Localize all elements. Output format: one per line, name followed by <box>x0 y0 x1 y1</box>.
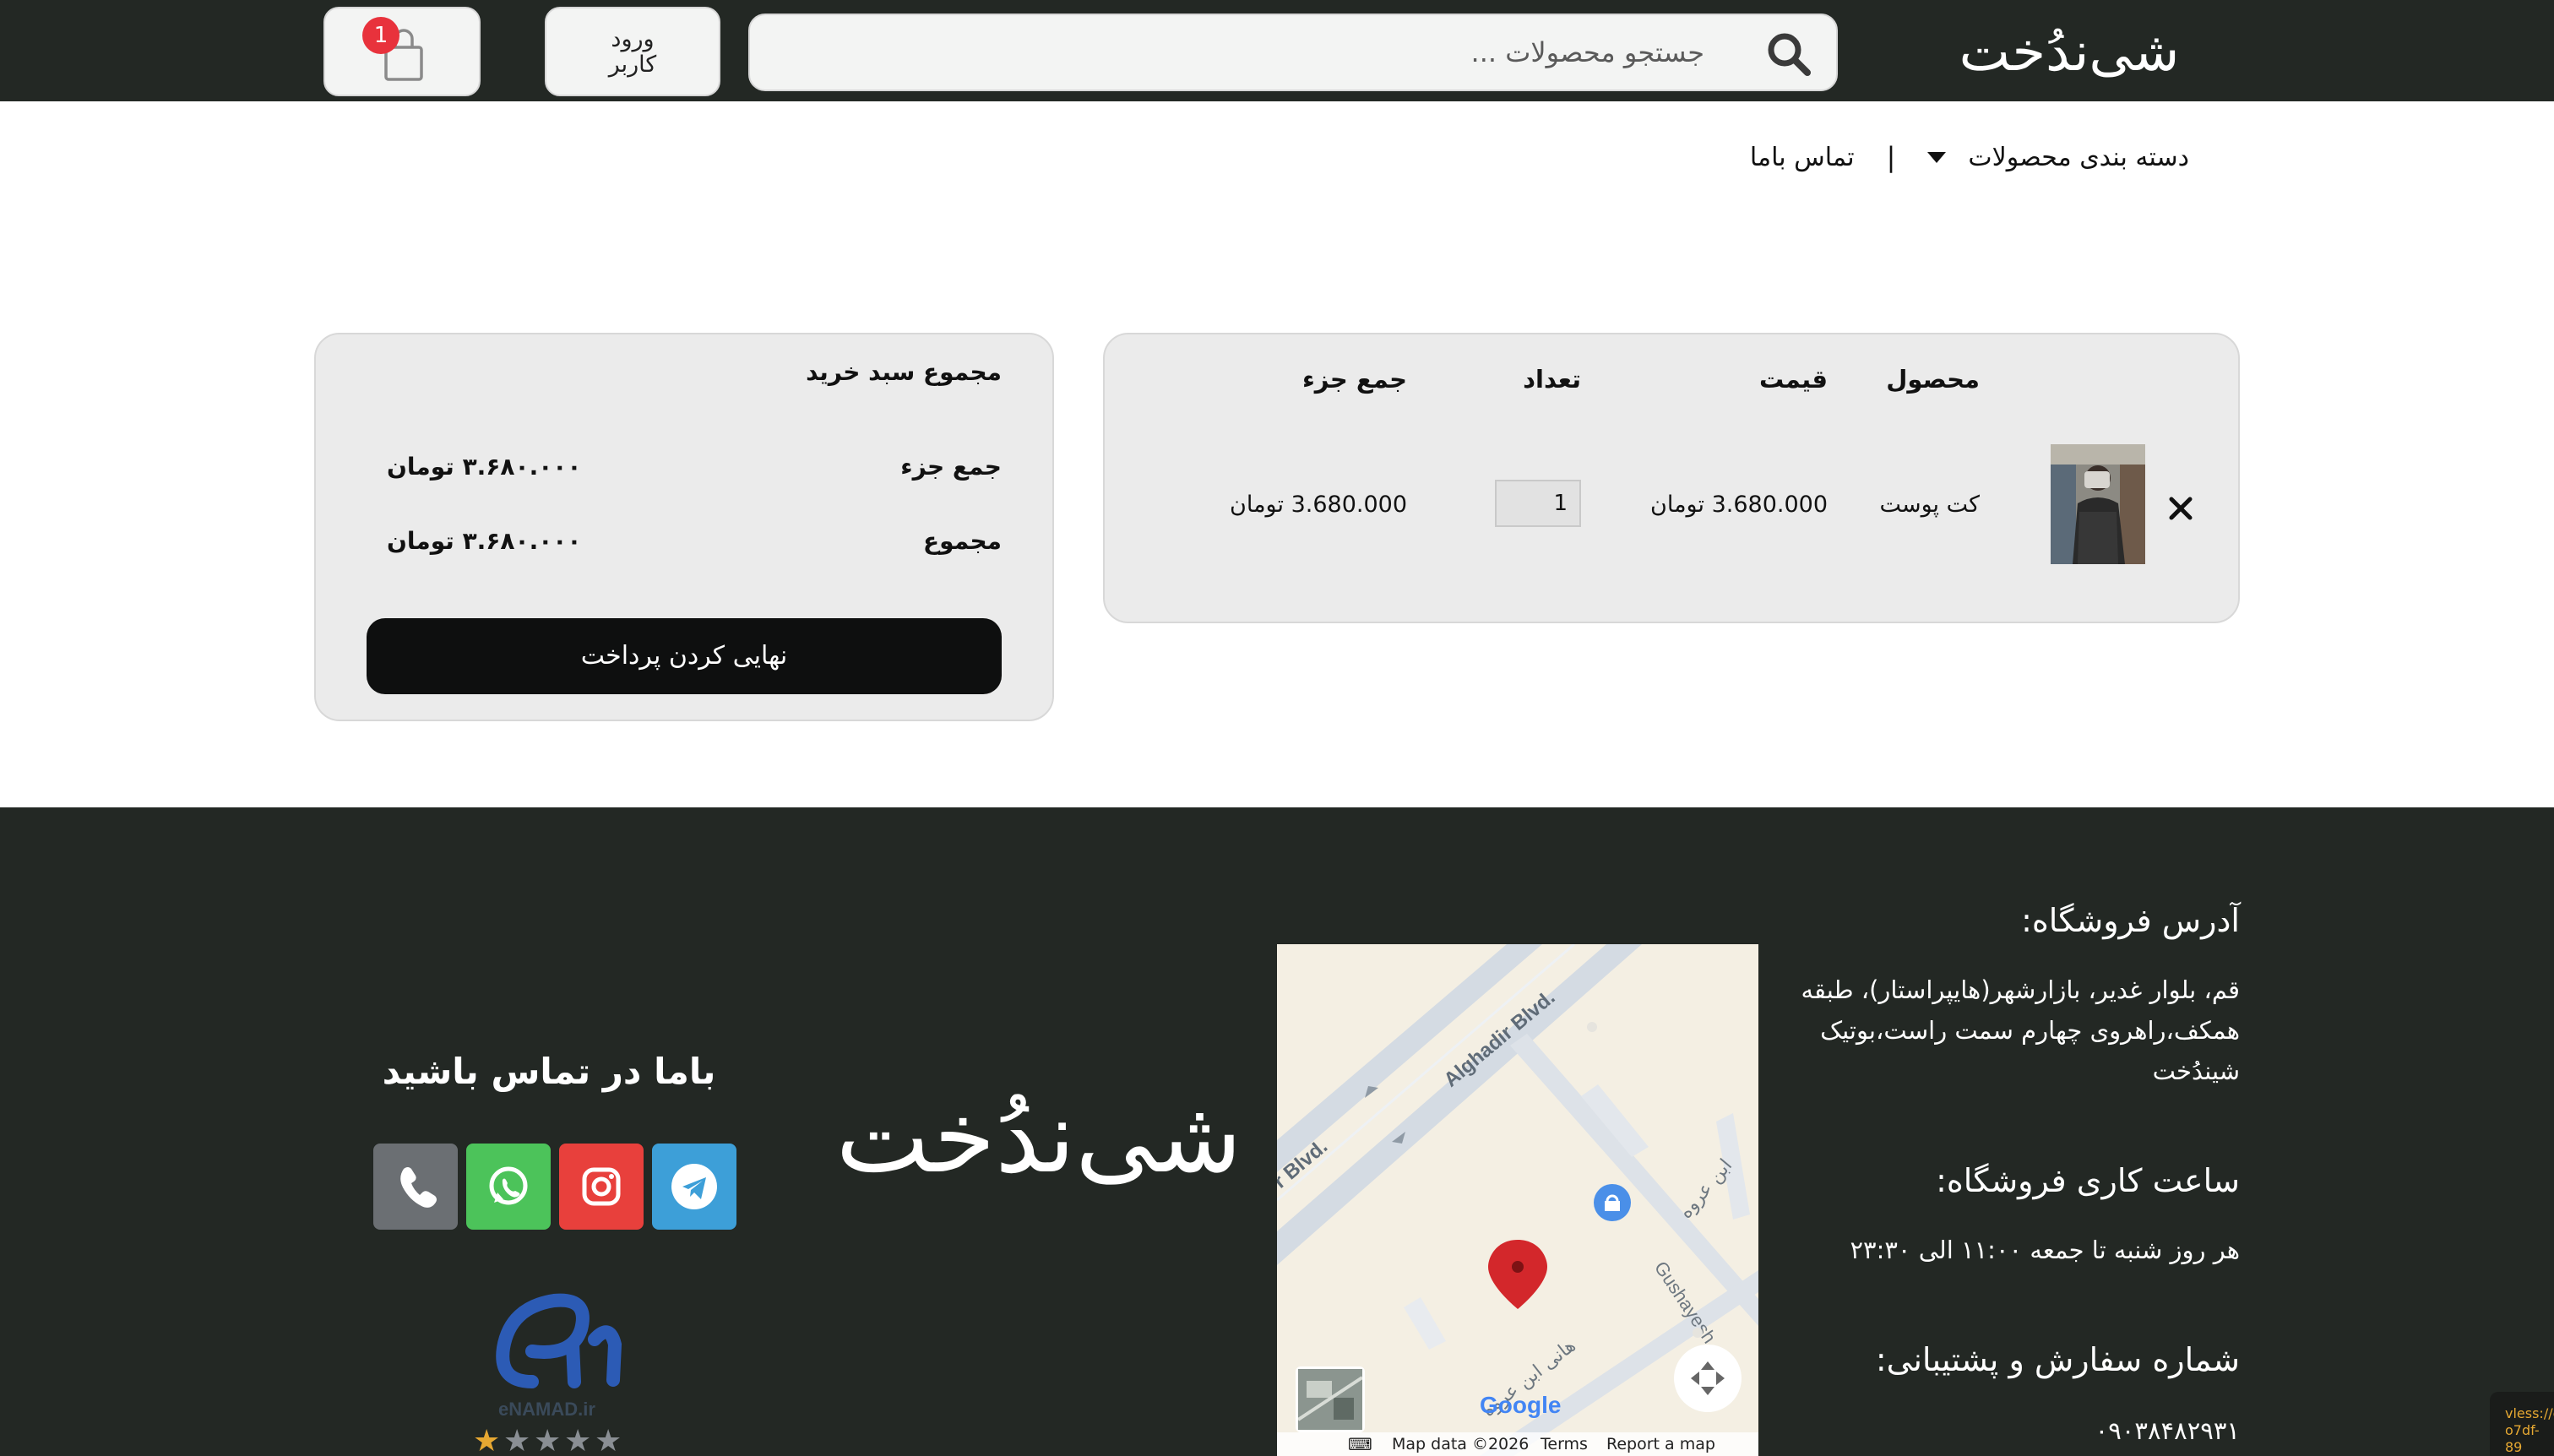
checkout-button[interactable]: نهایی کردن پرداخت <box>367 618 1002 694</box>
cart-item-name[interactable]: کت پوست <box>1879 492 1980 518</box>
total-label: مجموع <box>923 527 1002 555</box>
map-fullscreen-button[interactable] <box>1674 1345 1742 1412</box>
site-logo[interactable]: شی‌ندُخت <box>1943 15 2196 90</box>
svg-text:★: ★ <box>595 1424 622 1456</box>
svg-text:★: ★ <box>564 1424 591 1456</box>
caret-down-icon <box>1927 151 1947 163</box>
total-value: ۳.۶۸۰.۰۰۰ تومان <box>387 527 582 555</box>
nav-categories-dropdown[interactable]: دسته بندی محصولات <box>1927 143 2189 172</box>
cart-count-badge: 1 <box>362 17 399 54</box>
google-logo: Google <box>1480 1392 1561 1419</box>
login-button[interactable]: ورود کاربر <box>545 7 720 96</box>
login-label-line1: ورود <box>611 26 655 52</box>
hours-heading: ساعت کاری فروشگاه: <box>1936 1162 2240 1199</box>
enamad-logo-icon: eNAMAD.ir ★ ★ ★ ★ ★ <box>473 1293 622 1456</box>
search-icon[interactable] <box>1763 29 1814 79</box>
header-quantity: تعداد <box>1523 365 1581 394</box>
store-map[interactable]: Alghadir Blvd. r Blvd. Gushayesh ابن عرو… <box>1277 944 1758 1456</box>
nav-separator: | <box>1886 141 1896 173</box>
instagram-icon <box>559 1144 644 1230</box>
google-logo-text: Google <box>1480 1392 1562 1418</box>
hours-text: هر روز شنبه تا جمعه ۱۱:۰۰ الی ۲۳:۳۰ <box>1850 1236 2240 1264</box>
remove-item-icon[interactable] <box>2165 493 2196 524</box>
cart-item-subtotal: 3.680.000 تومان <box>1230 492 1407 518</box>
map-terms-link[interactable]: Terms <box>1541 1432 1588 1456</box>
instagram-button[interactable] <box>559 1144 644 1230</box>
map-satellite-toggle[interactable] <box>1296 1366 1365 1432</box>
nav-contact-link[interactable]: تماس باما <box>1750 143 1855 172</box>
phone-heading: شماره سفارش و پشتیبانی: <box>1875 1341 2240 1378</box>
phone-number[interactable]: ۰۹۰۳۸۴۸۲۹۳۱ <box>1767 1410 2240 1451</box>
quantity-input[interactable] <box>1495 480 1581 527</box>
keyboard-icon[interactable]: ⌨ <box>1348 1432 1372 1456</box>
header-subtotal: جمع جزء <box>1301 365 1407 394</box>
product-thumbnail[interactable] <box>2051 444 2145 564</box>
address-text: قم، بلوار غدیر، بازارشهر(هایپراستار)، طب… <box>1801 975 2240 1085</box>
map-attribution-bar: ⌨ Map data ©2026 Terms Report a map erro… <box>1277 1432 1758 1456</box>
enamad-badge[interactable]: eNAMAD.ir ★ ★ ★ ★ ★ <box>473 1263 642 1456</box>
whatsapp-icon <box>466 1144 551 1230</box>
whatsapp-button[interactable] <box>466 1144 551 1230</box>
cart-item-price: 3.680.000 تومان <box>1650 492 1828 518</box>
svg-text:★: ★ <box>534 1424 561 1456</box>
telegram-icon <box>652 1144 736 1230</box>
phone-icon <box>373 1144 458 1230</box>
subtotal-value: ۳.۶۸۰.۰۰۰ تومان <box>387 453 582 481</box>
header-price: قیمت <box>1759 365 1828 394</box>
header-product: محصول <box>1886 365 1980 394</box>
side-overlay-chip[interactable]: vless://c o7df-89 encrypt <box>2490 1392 2554 1456</box>
satellite-thumbnail-icon <box>1298 1369 1362 1430</box>
address-heading: آدرس فروشگاه: <box>2021 902 2240 939</box>
phone-button[interactable] <box>373 1144 458 1230</box>
telegram-button[interactable] <box>652 1144 736 1230</box>
fullscreen-icon <box>1691 1361 1725 1395</box>
map-data-text: Map data ©2026 <box>1392 1435 1530 1453</box>
cart-totals-title: مجموع سبد خرید <box>806 358 1002 386</box>
subtotal-label: جمع جزء <box>900 453 1002 481</box>
main-nav: دسته بندی محصولات | تماس باما <box>1750 133 2189 181</box>
login-label-line2: کاربر <box>608 52 657 78</box>
svg-text:★: ★ <box>473 1424 500 1456</box>
contact-heading: باما در تماس باشید <box>382 1051 716 1092</box>
site-footer: آدرس فروشگاه: قم، بلوار غدیر، بازارشهر(ه… <box>0 807 2554 1456</box>
product-image <box>2051 444 2145 564</box>
enamad-text: eNAMAD.ir <box>498 1399 595 1420</box>
search-bar <box>748 14 1838 91</box>
search-input[interactable] <box>775 27 1704 78</box>
nav-contact-label: تماس باما <box>1749 142 1855 172</box>
nav-categories-label: دسته بندی محصولات <box>1968 142 2189 172</box>
cart-button[interactable]: 1 <box>323 7 481 96</box>
cart-table-panel: محصول قیمت تعداد جمع جزء کت پوست 3.680.0… <box>1103 333 2240 623</box>
svg-text:★: ★ <box>503 1424 530 1456</box>
footer-logo: شی‌ندُخت <box>835 1078 1242 1195</box>
cart-totals-panel: مجموع سبد خرید جمع جزء ۳.۶۸۰.۰۰۰ تومان م… <box>314 333 1054 721</box>
map-report-link[interactable]: Report a map error <box>1606 1432 1758 1456</box>
site-header: شی‌ندُخت ورود کاربر 1 <box>0 0 2554 101</box>
